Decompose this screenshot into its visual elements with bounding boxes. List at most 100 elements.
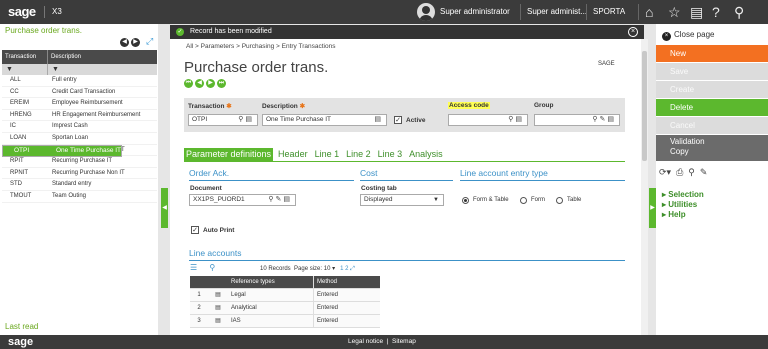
method-cell[interactable]: Entered▾ xyxy=(314,302,380,314)
delete-button[interactable]: Delete xyxy=(656,99,768,116)
radio-form[interactable] xyxy=(520,197,527,204)
list-item[interactable]: HRENG HR Engagement Reimbursement xyxy=(2,110,157,122)
expand-icon[interactable]: ⤢ xyxy=(146,36,153,47)
field-icons[interactable]: ⚲✎▤ xyxy=(268,195,292,205)
breadcrumb-item[interactable]: Parameters xyxy=(201,43,235,50)
divider xyxy=(586,4,587,20)
selection-link[interactable]: ▸ Selection xyxy=(662,190,704,199)
notes-icon[interactable]: ▤ xyxy=(690,2,703,22)
tab-line-1[interactable]: Line 1 xyxy=(313,148,342,161)
close-page-button[interactable]: × Close page xyxy=(662,30,714,41)
description-field[interactable]: One Time Purchase IT ▤ xyxy=(262,114,387,126)
utilities-link[interactable]: ▸ Utilities xyxy=(662,200,697,209)
search-icon[interactable]: ⚲ xyxy=(734,2,744,22)
new-button[interactable]: New xyxy=(656,45,768,62)
radio-form-table[interactable] xyxy=(462,197,469,204)
table-row[interactable]: 2 ▤AnalyticalEntered▾ xyxy=(190,302,380,315)
next-record-icon[interactable]: ▶ xyxy=(206,79,215,88)
active-checkbox[interactable]: ✓ xyxy=(394,116,402,124)
left-panel-nav: ◀ ▶ xyxy=(120,38,140,47)
list-item[interactable]: IC Imprest Cash xyxy=(2,121,157,133)
list-item-code: ALL xyxy=(10,77,21,83)
scroll-thumb[interactable] xyxy=(642,51,647,161)
field-icons[interactable]: ⚲✎▤ xyxy=(592,115,616,125)
method-cell[interactable]: Entered▾ xyxy=(314,315,380,327)
auto-print-checkbox[interactable]: ✓ xyxy=(191,226,199,234)
document-field[interactable]: XX1PS_PUORD1 ⚲✎▤ xyxy=(189,194,296,206)
print-icon[interactable]: ⎙ xyxy=(676,167,683,178)
collapse-right-icon[interactable]: ▶ xyxy=(649,188,656,228)
filter-icon[interactable]: ▼ xyxy=(48,64,59,75)
field-icons[interactable]: ⚲▤ xyxy=(508,115,524,125)
home-icon[interactable]: ⌂ xyxy=(645,2,653,22)
refresh-icon[interactable]: ⟳▾ xyxy=(659,167,671,178)
field-icons[interactable]: ⚲▤ xyxy=(238,115,254,125)
costing-tab-select[interactable]: Displayed ▼ xyxy=(360,194,444,206)
previous-icon[interactable]: ◀ xyxy=(120,38,129,47)
close-icon[interactable]: × xyxy=(628,27,638,37)
user-avatar-icon[interactable] xyxy=(417,3,435,21)
breadcrumb-item[interactable]: Entry Transactions xyxy=(282,43,336,50)
help-icon[interactable]: ? xyxy=(712,2,720,22)
table-row[interactable]: 3 ▤IASEntered▾ xyxy=(190,315,380,328)
method-cell[interactable]: Entered▾ xyxy=(314,289,380,301)
list-item[interactable]: RPNIT Recurring Purchase Non IT xyxy=(2,168,157,180)
col-transaction[interactable]: Transaction xyxy=(2,50,48,64)
list-item[interactable]: CC Credit Card Transaction xyxy=(2,87,157,99)
list-item[interactable]: RPIT Recurring Purchase IT xyxy=(2,156,157,168)
user-role[interactable]: Super administ... xyxy=(527,7,587,16)
chevron-down-icon[interactable]: ▼ xyxy=(433,195,439,205)
create-button[interactable]: Create xyxy=(656,81,768,98)
user-name[interactable]: Super administrator xyxy=(440,7,510,16)
list-item[interactable]: LOAN Sportan Loan xyxy=(2,133,157,145)
tab-line-3[interactable]: Line 3 xyxy=(376,148,405,161)
list-item[interactable]: EREIM Employee Reimbursement xyxy=(2,98,157,110)
main-scrollbar[interactable] xyxy=(641,39,648,335)
search-icon[interactable]: ⚲ xyxy=(209,263,215,272)
list-item[interactable]: OTPI One Time Purchase IT xyxy=(2,144,123,157)
tab-header[interactable]: Header xyxy=(276,148,310,161)
help-link[interactable]: ▸ Help xyxy=(662,210,686,219)
row-detail-icon[interactable]: ▤ xyxy=(208,315,228,327)
cancel-button[interactable]: Cancel xyxy=(656,117,768,134)
group-field[interactable]: ⚲✎▤ xyxy=(534,114,620,126)
page-size-select[interactable]: 10 xyxy=(324,266,331,272)
tab-analysis[interactable]: Analysis xyxy=(407,148,445,161)
validation-copy-button[interactable]: Validation Copy xyxy=(656,135,768,161)
col-reference-types[interactable]: Reference types xyxy=(228,276,314,288)
field-icons[interactable]: ▤ xyxy=(374,115,383,125)
list-item[interactable]: STD Standard entry xyxy=(2,179,157,191)
last-read-link[interactable]: Last read xyxy=(5,322,38,331)
star-icon[interactable]: ☆ xyxy=(668,2,681,22)
col-method[interactable]: Method xyxy=(314,276,380,288)
row-detail-icon[interactable]: ▤ xyxy=(208,302,228,314)
access-code-field[interactable]: ⚲▤ xyxy=(448,114,528,126)
breadcrumb: All > Parameters > Purchasing > Entry Tr… xyxy=(186,43,336,50)
col-description[interactable]: Description xyxy=(48,50,81,64)
sitemap-link[interactable]: Sitemap xyxy=(392,338,416,345)
save-button[interactable]: Save xyxy=(656,63,768,80)
table-row[interactable]: 1 ▤LegalEntered▾ xyxy=(190,289,380,302)
row-detail-icon[interactable]: ▤ xyxy=(208,289,228,301)
radio-table[interactable] xyxy=(556,197,563,204)
first-record-icon[interactable]: ⏮ xyxy=(184,79,193,88)
expand-icon[interactable]: ⤢ xyxy=(350,266,355,272)
list-item[interactable]: ALL Full entry xyxy=(2,75,157,87)
tab-parameter-definitions[interactable]: Parameter definitions xyxy=(184,148,274,161)
list-view-icon[interactable]: ☰ xyxy=(190,263,197,272)
collapse-left-icon[interactable]: ◀ xyxy=(161,188,168,228)
last-record-icon[interactable]: ⏭ xyxy=(217,79,226,88)
list-item[interactable]: TMOUT Team Outing xyxy=(2,191,157,203)
tab-line-2[interactable]: Line 2 xyxy=(344,148,373,161)
transaction-field[interactable]: OTPI ⚲▤ xyxy=(188,114,258,126)
attachment-icon[interactable]: ⚲ xyxy=(688,167,695,178)
comment-icon[interactable]: ✎ xyxy=(700,167,708,178)
legal-notice-link[interactable]: Legal notice xyxy=(348,338,383,345)
previous-record-icon[interactable]: ◀ xyxy=(195,79,204,88)
filter-icon[interactable]: ▼ xyxy=(2,64,48,75)
pagination[interactable]: 1 2 xyxy=(340,266,348,272)
breadcrumb-item[interactable]: Purchasing xyxy=(242,43,275,50)
folder-name[interactable]: SPORTA xyxy=(593,7,625,16)
next-icon[interactable]: ▶ xyxy=(131,38,140,47)
breadcrumb-item[interactable]: All xyxy=(186,43,193,50)
